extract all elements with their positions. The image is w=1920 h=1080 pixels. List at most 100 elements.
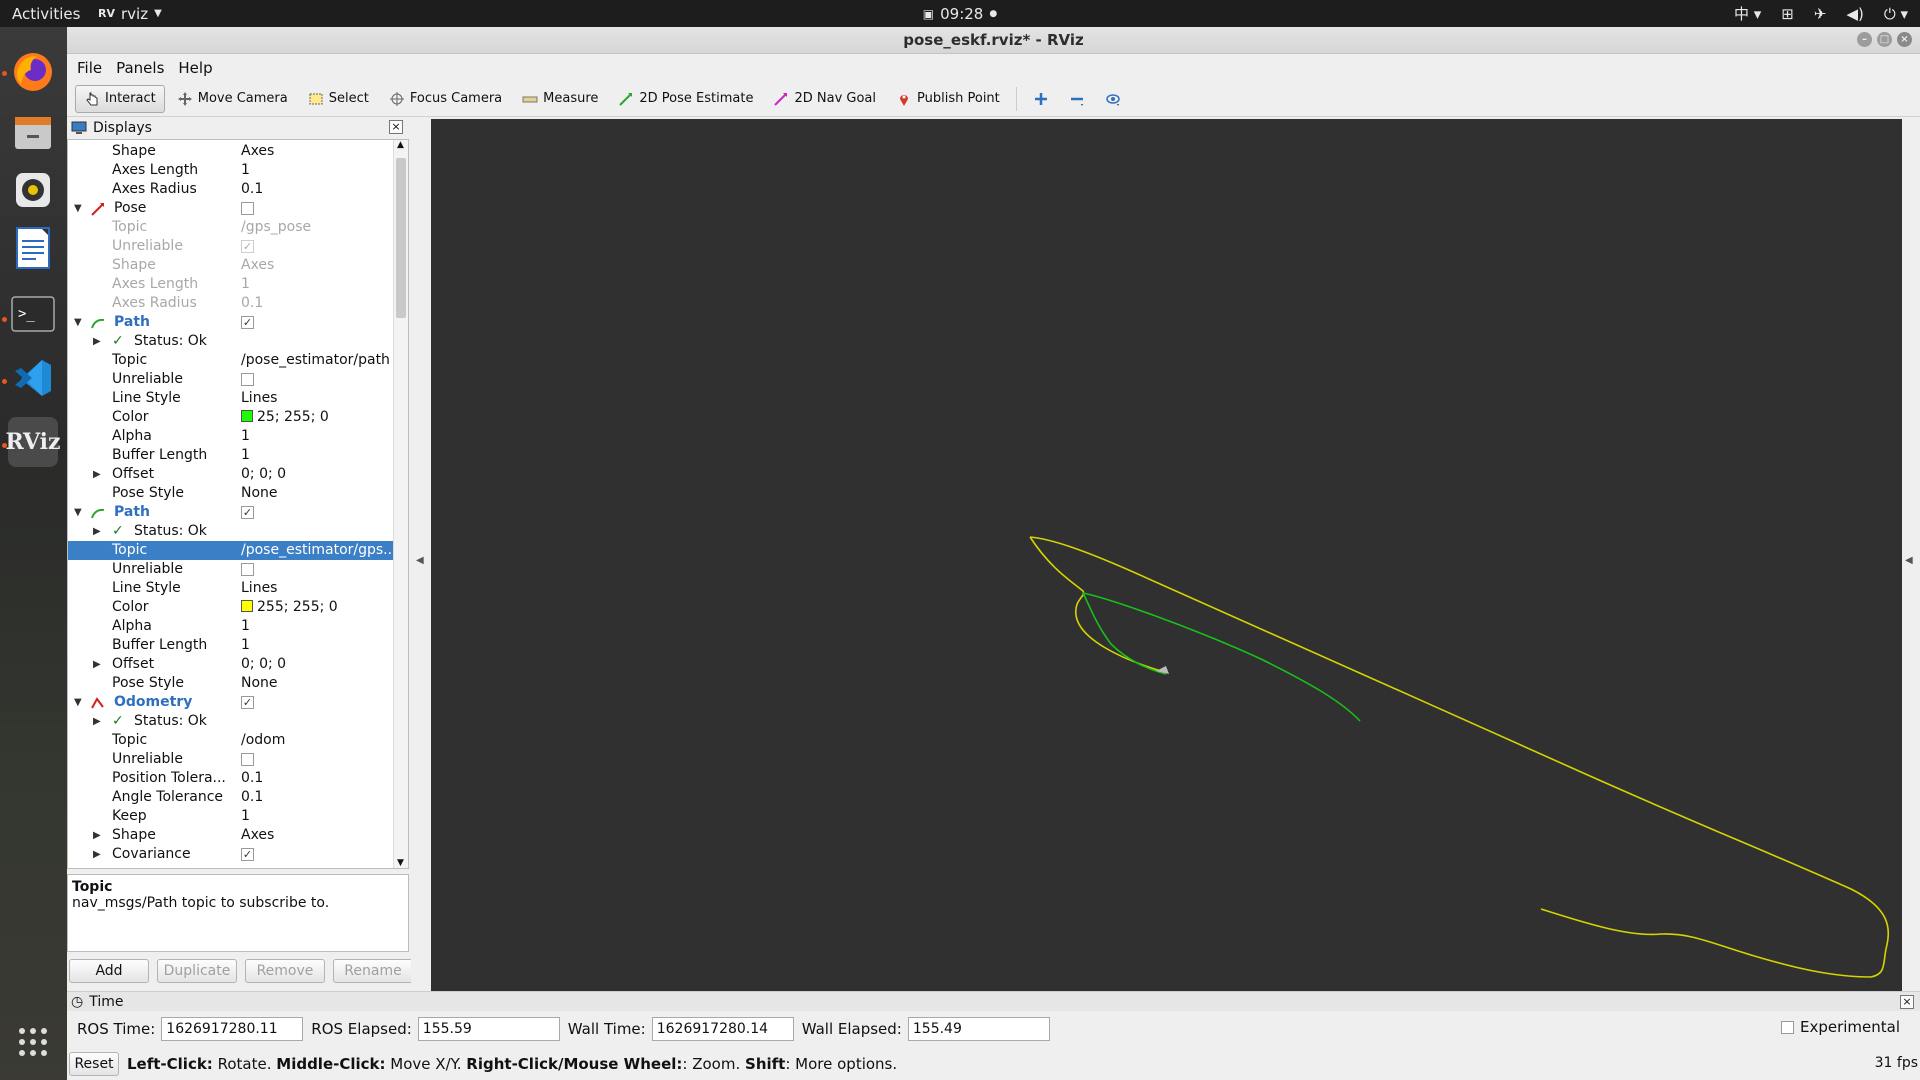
trajectory-canvas[interactable] [431, 119, 1902, 1001]
covariance-checkbox[interactable]: ✓ [241, 848, 254, 861]
tree-row[interactable]: Alpha 1 [68, 427, 393, 446]
duplicate-button[interactable]: Duplicate [157, 959, 237, 983]
collapse-right-icon[interactable]: ◀ [1905, 555, 1913, 566]
expand-arrow-icon[interactable]: ▶ [93, 655, 103, 674]
ros-time-field[interactable]: 1626917280.11 [161, 1017, 304, 1041]
rhythmbox-icon[interactable] [8, 165, 58, 215]
tree-row[interactable]: Axes Radius 0.1 [68, 180, 393, 199]
file-manager-icon[interactable] [8, 107, 58, 157]
unreliable-checkbox[interactable] [241, 563, 254, 576]
maximize-button[interactable]: □ [1877, 32, 1892, 47]
firefox-icon[interactable] [8, 47, 58, 97]
ros-elapsed-field[interactable]: 155.59 [417, 1017, 560, 1041]
tree-row[interactable]: Position Tolera... 0.1 [68, 769, 393, 788]
rviz-dock-icon[interactable]: RViz [5, 417, 61, 467]
menu-panels[interactable]: Panels [116, 59, 164, 77]
network-icon[interactable]: ⊞ [1781, 5, 1794, 23]
tree-row[interactable]: Angle Tolerance 0.1 [68, 788, 393, 807]
move-camera-tool[interactable]: Move Camera [169, 85, 296, 113]
close-time-panel-button[interactable]: × [1900, 995, 1914, 1009]
render-3d-view[interactable] [431, 119, 1919, 1001]
tree-row[interactable]: Line Style Lines [68, 579, 393, 598]
vscode-icon[interactable] [8, 353, 58, 403]
tree-row[interactable]: Buffer Length 1 [68, 636, 393, 655]
scroll-down-icon[interactable]: ▼ [397, 858, 404, 868]
clock[interactable]: ▣ 09:28 ● [923, 5, 997, 23]
tree-row[interactable]: Topic/gps_pose [68, 218, 393, 237]
tree-row[interactable]: Axes Length 1 [68, 161, 393, 180]
experimental-option[interactable]: Experimental [1780, 1018, 1900, 1036]
display-path-2[interactable]: ▼ Path ✓ [68, 503, 393, 522]
collapse-left-icon[interactable]: ◀ [416, 555, 424, 566]
unreliable-checkbox[interactable] [241, 753, 254, 766]
tree-scrollbar[interactable]: ▲ ▼ [393, 140, 408, 868]
tree-row[interactable]: Keep 1 [68, 807, 393, 826]
tree-row[interactable]: Shape Axes [68, 142, 393, 161]
enable-checkbox[interactable]: ✓ [241, 316, 254, 329]
left-splitter[interactable]: ◀ [411, 119, 431, 1001]
window-titlebar[interactable]: pose_eskf.rviz* - RViz – □ × [67, 27, 1920, 54]
expand-arrow-icon[interactable]: ▼ [74, 199, 84, 218]
tree-row[interactable]: Topic/pose_estimator/path [68, 351, 393, 370]
tree-row[interactable]: Topic/odom [68, 731, 393, 750]
wall-elapsed-field[interactable]: 155.49 [907, 1017, 1050, 1041]
color-swatch[interactable] [241, 600, 253, 612]
tree-row[interactable]: Color 25; 255; 0 [68, 408, 393, 427]
enable-checkbox[interactable]: ✓ [241, 696, 254, 709]
tree-row[interactable]: Color 255; 255; 0 [68, 598, 393, 617]
remove-button[interactable]: Remove [245, 959, 325, 983]
experimental-checkbox[interactable] [1780, 1020, 1794, 1034]
tree-row[interactable]: ▶ Covariance ✓ [68, 845, 393, 864]
nav-goal-tool[interactable]: 2D Nav Goal [765, 85, 884, 113]
volume-icon[interactable]: ◀) [1846, 5, 1863, 23]
status-row[interactable]: ▶ ✓ Status: Ok [68, 522, 393, 541]
input-method-indicator[interactable]: 中 ▾ [1734, 3, 1761, 24]
expand-arrow-icon[interactable]: ▶ [93, 826, 103, 845]
tree-row[interactable]: Unreliable [68, 750, 393, 769]
menu-file[interactable]: File [77, 59, 102, 77]
expand-arrow-icon[interactable]: ▼ [74, 313, 84, 332]
wall-time-field[interactable]: 1626917280.14 [651, 1017, 794, 1041]
close-button[interactable]: × [1897, 32, 1912, 47]
tree-row[interactable]: Axes Radius 0.1 [68, 294, 393, 313]
tree-row[interactable]: Unreliable ✓ [68, 237, 393, 256]
tree-row[interactable]: Line Style Lines [68, 389, 393, 408]
expand-arrow-icon[interactable]: ▶ [93, 465, 103, 484]
menu-help[interactable]: Help [178, 59, 212, 77]
scrollbar-thumb[interactable] [396, 158, 406, 318]
show-applications-icon[interactable] [8, 1017, 58, 1067]
enable-checkbox[interactable]: ✓ [241, 506, 254, 519]
right-splitter[interactable]: ◀ [1902, 119, 1919, 1001]
system-tray[interactable]: 中 ▾ ⊞ ✈ ◀) ⏻ ▾ [1734, 3, 1908, 24]
expand-arrow-icon[interactable]: ▶ [93, 712, 103, 731]
minimize-button[interactable]: – [1857, 32, 1872, 47]
tree-row[interactable]: Unreliable [68, 560, 393, 579]
add-tool-button[interactable] [1025, 85, 1057, 113]
select-tool[interactable]: Select [300, 85, 377, 113]
focus-camera-tool[interactable]: Focus Camera [381, 85, 510, 113]
tree-row[interactable]: ▶ Shape Axes [68, 826, 393, 845]
enable-checkbox[interactable] [241, 202, 254, 215]
status-row[interactable]: ▶ ✓ Status: Ok [68, 332, 393, 351]
views-tool-button[interactable] [1097, 85, 1129, 113]
tree-row-selected[interactable]: Topic/pose_estimator/gps.. [68, 541, 393, 560]
interact-tool[interactable]: Interact [75, 84, 165, 113]
tree-row[interactable]: Shape Axes [68, 256, 393, 275]
libreoffice-writer-icon[interactable] [8, 223, 58, 273]
close-panel-button[interactable]: × [389, 120, 403, 134]
display-pose[interactable]: ▼ Pose [68, 199, 393, 218]
measure-tool[interactable]: Measure [514, 85, 606, 113]
pose-estimate-tool[interactable]: 2D Pose Estimate [610, 85, 761, 113]
activities-button[interactable]: Activities [0, 5, 98, 23]
reset-button[interactable]: Reset [69, 1051, 119, 1076]
tree-row[interactable]: Pose Style None [68, 674, 393, 693]
displays-tree[interactable]: Shape Axes Axes Length 1 Axes Radius 0.1 ▼ … [67, 139, 409, 869]
expand-arrow-icon[interactable]: ▶ [93, 845, 103, 864]
expand-arrow-icon[interactable]: ▶ [93, 332, 103, 351]
color-swatch[interactable] [241, 410, 253, 422]
tree-row[interactable]: Unreliable [68, 370, 393, 389]
power-icon[interactable]: ⏻ ▾ [1884, 5, 1908, 23]
tree-row[interactable]: Pose Style None [68, 484, 393, 503]
tree-row[interactable]: ▶ Offset 0; 0; 0 [68, 655, 393, 674]
tree-row[interactable]: Axes Length 1 [68, 275, 393, 294]
